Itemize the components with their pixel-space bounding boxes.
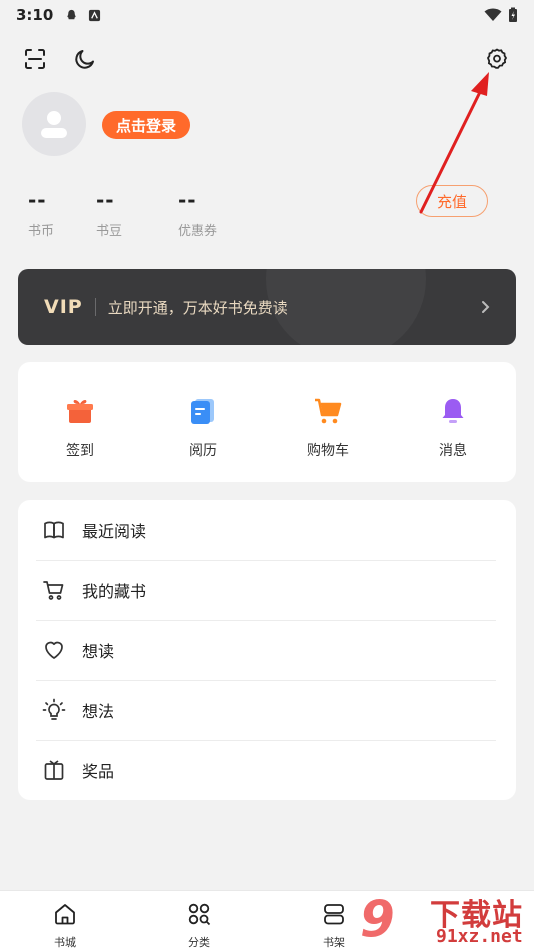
battery-icon bbox=[509, 7, 517, 22]
nav-label: 分类 bbox=[188, 936, 210, 949]
watermark-logo: 9 bbox=[360, 890, 395, 948]
scan-icon bbox=[25, 49, 45, 69]
gift-icon bbox=[67, 400, 93, 423]
quick-actions-card: 签到 阅历 购物车 消息 bbox=[18, 362, 516, 482]
lightbulb-icon bbox=[42, 698, 66, 720]
qq-notification-icon bbox=[67, 9, 76, 19]
menu-item-recent-reading[interactable]: 最近阅读 bbox=[36, 500, 496, 560]
quick-action-messages[interactable]: 消息 bbox=[408, 396, 498, 460]
status-bar: 3:10 bbox=[0, 0, 534, 30]
settings-button[interactable] bbox=[482, 44, 512, 74]
nav-bookshelf[interactable]: 书架 bbox=[299, 901, 369, 950]
menu-item-label: 想读 bbox=[82, 642, 115, 661]
menu-item-prizes[interactable]: 奖品 bbox=[36, 740, 496, 800]
vip-banner[interactable]: VIP 立即开通，万本好书免费读 bbox=[18, 269, 516, 345]
status-right bbox=[484, 7, 518, 23]
menu-item-ideas[interactable]: 想法 bbox=[36, 680, 496, 740]
document-icon bbox=[191, 399, 214, 424]
vip-decoration bbox=[266, 269, 426, 345]
menu-item-label: 最近阅读 bbox=[82, 522, 147, 541]
menu-item-my-collection[interactable]: 我的藏书 bbox=[36, 560, 496, 620]
avatar[interactable] bbox=[22, 92, 86, 156]
login-button[interactable]: 点击登录 bbox=[102, 111, 191, 139]
stat-coupons[interactable]: -- 优惠券 bbox=[178, 188, 217, 239]
menu-item-want-to-read[interactable]: 想读 bbox=[36, 620, 496, 680]
menu-item-label: 我的藏书 bbox=[82, 582, 147, 601]
quick-action-label: 签到 bbox=[66, 443, 94, 459]
recharge-button[interactable]: 充值 bbox=[416, 185, 488, 217]
stat-beans[interactable]: -- 书豆 bbox=[96, 188, 122, 239]
menu-item-label: 想法 bbox=[82, 702, 115, 721]
watermark-url: 91xz.net bbox=[436, 926, 523, 947]
watermark: 9 下载站 91xz.net bbox=[360, 888, 534, 950]
bell-icon bbox=[442, 399, 464, 423]
quick-action-cart[interactable]: 购物车 bbox=[283, 396, 373, 460]
scan-button[interactable] bbox=[20, 44, 50, 74]
top-toolbar bbox=[20, 44, 514, 74]
cart-outline-icon bbox=[43, 581, 64, 600]
prize-box-icon bbox=[44, 760, 64, 780]
bookshelf-icon bbox=[324, 904, 344, 925]
stat-value: -- bbox=[178, 188, 197, 212]
stat-label: 优惠券 bbox=[178, 224, 218, 239]
vip-badge: VIP bbox=[44, 296, 83, 318]
stat-label: 书豆 bbox=[96, 224, 123, 239]
gear-icon bbox=[486, 48, 508, 69]
vip-description: 立即开通，万本好书免费读 bbox=[107, 298, 288, 317]
quick-action-history[interactable]: 阅历 bbox=[158, 396, 248, 460]
status-time: 3:10 bbox=[16, 6, 54, 24]
nav-bookstore[interactable]: 书城 bbox=[30, 901, 100, 950]
night-mode-button[interactable] bbox=[70, 44, 100, 74]
quick-action-checkin[interactable]: 签到 bbox=[35, 396, 125, 460]
quick-action-label: 购物车 bbox=[307, 443, 349, 459]
wifi-icon bbox=[484, 8, 502, 21]
chevron-right-icon bbox=[482, 301, 490, 313]
moon-icon bbox=[75, 50, 94, 69]
nav-label: 书城 bbox=[54, 936, 76, 949]
nav-category[interactable]: 分类 bbox=[164, 901, 234, 950]
shopping-cart-icon bbox=[315, 398, 342, 424]
home-icon bbox=[55, 904, 75, 925]
quick-action-label: 消息 bbox=[439, 443, 467, 459]
heart-icon bbox=[45, 641, 63, 659]
menu-item-label: 奖品 bbox=[82, 762, 115, 781]
category-icon bbox=[188, 903, 211, 926]
stat-label: 书币 bbox=[28, 224, 55, 239]
stat-coins[interactable]: -- 书币 bbox=[28, 188, 54, 239]
stat-value: -- bbox=[96, 188, 115, 212]
annotation-arrow-head bbox=[471, 72, 489, 96]
app-notification-icon bbox=[89, 9, 101, 21]
stat-value: -- bbox=[28, 188, 47, 212]
user-icon bbox=[41, 111, 67, 138]
book-icon bbox=[44, 521, 64, 539]
menu-list-card: 最近阅读 我的藏书 想读 想法 奖品 bbox=[18, 500, 516, 800]
nav-label: 书架 bbox=[323, 936, 345, 949]
vip-separator bbox=[94, 298, 96, 316]
quick-action-label: 阅历 bbox=[189, 443, 217, 459]
